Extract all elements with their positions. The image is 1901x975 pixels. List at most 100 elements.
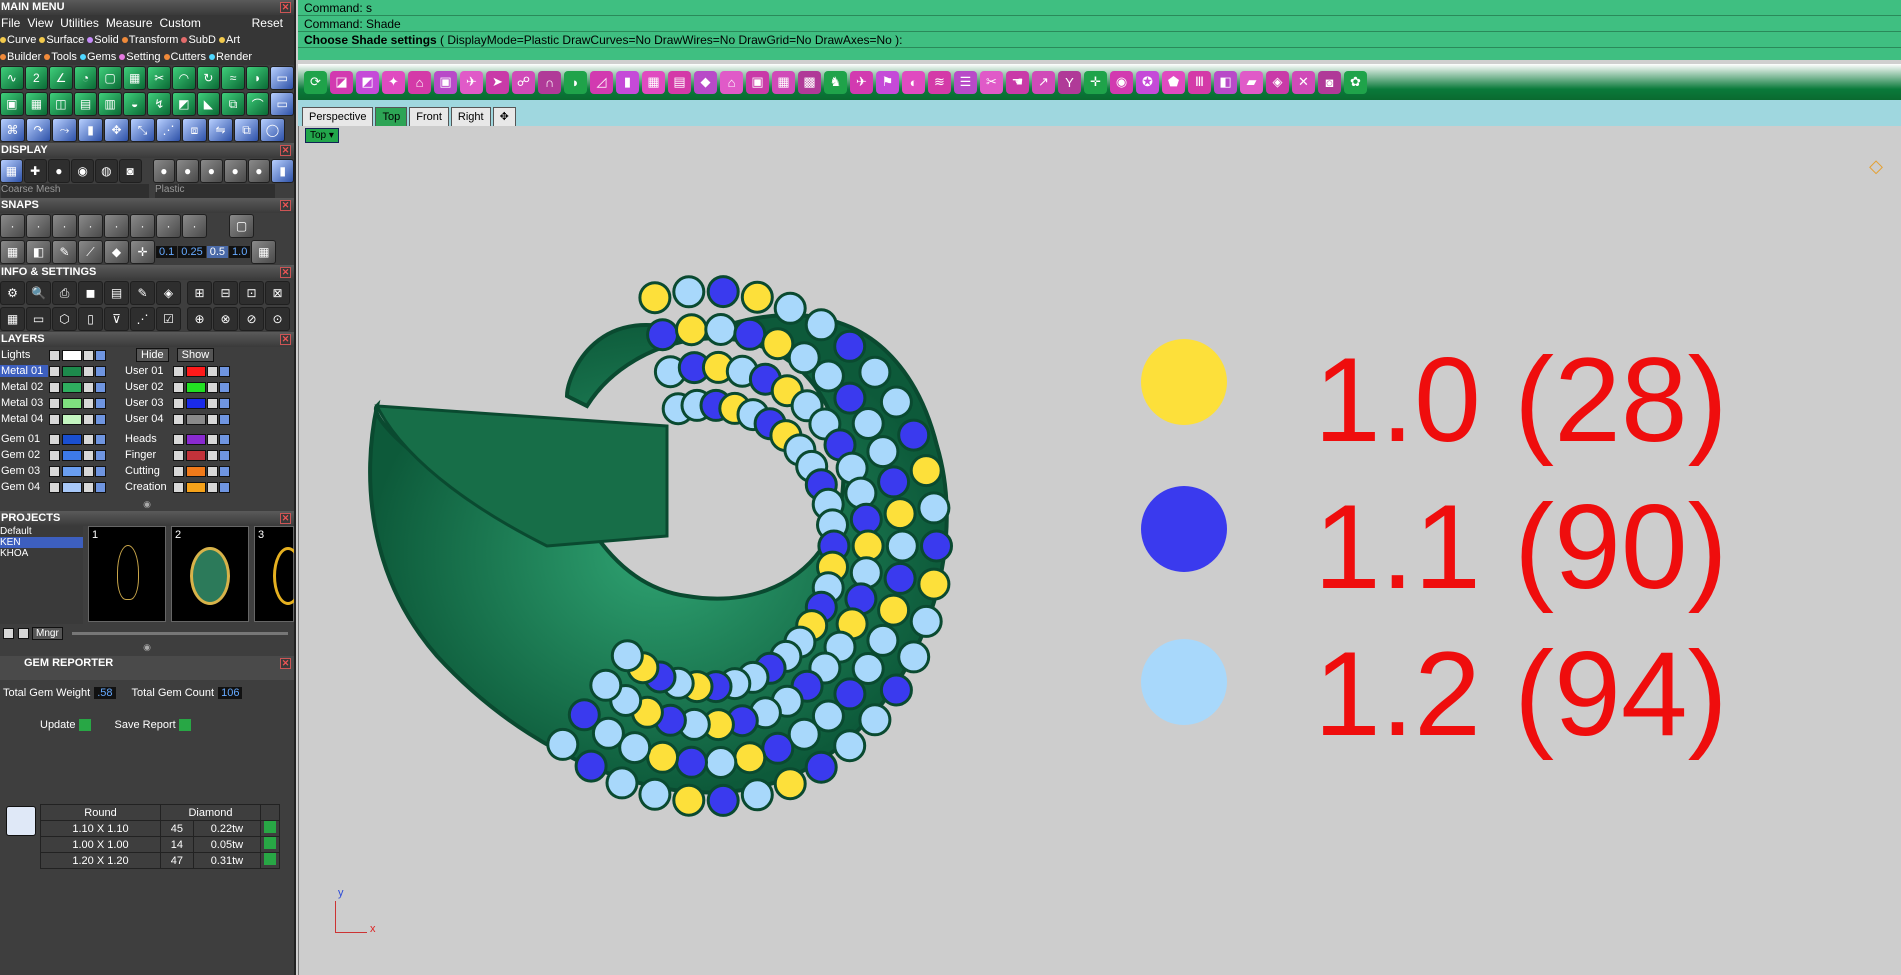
add-icon[interactable] [3, 627, 14, 639]
lock-icon[interactable] [83, 433, 94, 445]
material-ball-icon[interactable]: ● [247, 159, 271, 183]
expand-icon[interactable] [49, 481, 60, 493]
snap-value-3[interactable]: 1.0 [229, 246, 251, 258]
rect-icon[interactable]: ▭ [26, 307, 51, 331]
mesh-tool-icon[interactable]: ▣ [0, 92, 24, 116]
render-tool-icon[interactable]: ⌂ [408, 70, 431, 94]
render-tool-icon[interactable]: ✦ [382, 70, 405, 94]
check-icon[interactable]: ☑ [156, 307, 181, 331]
render-tool-icon[interactable]: Y [1058, 70, 1081, 94]
close-icon[interactable]: ✕ [280, 658, 291, 669]
array-tool-icon[interactable]: ⋰ [156, 118, 181, 142]
render-tool-icon[interactable]: ✛ [1084, 70, 1107, 94]
visibility-icon[interactable] [95, 365, 106, 377]
visibility-icon[interactable] [219, 381, 230, 393]
display-mode-icon[interactable]: ◍ [95, 159, 118, 183]
visibility-icon[interactable] [95, 433, 106, 445]
render-tool-icon[interactable]: ↗ [1032, 70, 1055, 94]
cut-tool-icon[interactable]: ✂ [147, 66, 172, 90]
expand-icon[interactable] [173, 481, 184, 493]
layer-color-swatch[interactable] [62, 465, 82, 477]
revolve-tool-icon[interactable]: ↻ [196, 66, 221, 90]
expand-icon[interactable] [49, 449, 60, 461]
offset-tool-icon[interactable]: ⧉ [221, 92, 245, 116]
layer-name[interactable]: Gem 04 [0, 481, 48, 493]
lock-icon[interactable] [207, 465, 218, 477]
render-tool-icon[interactable]: ✈ [850, 70, 873, 94]
brush-icon[interactable]: ✎ [130, 281, 155, 305]
sweep-tool-icon[interactable]: ◗ [245, 66, 270, 90]
layer-name[interactable]: User 01 [124, 365, 172, 377]
table-row[interactable]: 1.20 X 1.20 47 0.31tw [40, 852, 280, 869]
layer-color-swatch[interactable] [186, 381, 206, 393]
menu-measure[interactable]: Measure [106, 16, 153, 30]
splitter-icon[interactable]: ◉ [0, 642, 294, 656]
lock-icon[interactable] [207, 381, 218, 393]
shell-tool-icon[interactable]: ◒ [122, 92, 147, 116]
ring-tool-icon[interactable]: ◯ [260, 118, 285, 142]
manager-button[interactable]: Mngr [32, 626, 63, 640]
tab-front[interactable]: Front [409, 107, 449, 126]
show-button[interactable]: Show [176, 348, 215, 362]
snap-toggle-icon[interactable]: ▢ [229, 214, 254, 238]
close-icon[interactable]: ✕ [280, 267, 291, 278]
category-curve[interactable]: Curve [0, 34, 36, 46]
group-icon[interactable]: ⊠ [265, 281, 290, 305]
splitter-icon[interactable]: ◉ [0, 499, 294, 511]
light-swatch[interactable] [62, 349, 82, 361]
visibility-icon[interactable] [219, 397, 230, 409]
category-render[interactable]: Render [209, 51, 252, 63]
viewport-label[interactable]: Top ▾ [305, 128, 339, 143]
close-icon[interactable]: ✕ [280, 145, 291, 156]
visibility-icon[interactable] [219, 481, 230, 493]
close-icon[interactable]: ✕ [280, 200, 291, 211]
render-tool-icon[interactable]: ✈ [460, 70, 483, 94]
render-tool-icon[interactable]: ∩ [538, 70, 561, 94]
render-tool-icon[interactable]: ◐ [902, 70, 925, 94]
material-ball-icon[interactable]: ● [200, 159, 223, 183]
expand-icon[interactable] [173, 381, 184, 393]
lock-icon[interactable] [207, 365, 218, 377]
bend-tool-icon[interactable]: ⌒ [245, 92, 270, 116]
layer-tool-icon[interactable]: ▭ [270, 66, 294, 90]
visibility-icon[interactable] [219, 413, 230, 425]
render-tool-icon[interactable]: ⬟ [1162, 70, 1185, 94]
layer-color-swatch[interactable] [62, 397, 82, 409]
layer-name[interactable]: User 02 [124, 381, 172, 393]
lock-icon[interactable] [207, 481, 218, 493]
layer-color-swatch[interactable] [62, 481, 82, 493]
project-thumbnail[interactable]: 3 [254, 526, 294, 622]
layer-tool-icon[interactable]: ▭ [270, 92, 294, 116]
layer-color-swatch[interactable] [186, 413, 206, 425]
render-tool-icon[interactable]: ▩ [798, 70, 821, 94]
menu-utilities[interactable]: Utilities [60, 16, 99, 30]
snap-value-1[interactable]: 0.25 [178, 246, 206, 258]
render-tool-icon[interactable]: ✪ [1136, 70, 1159, 94]
render-tool-icon[interactable]: ▮ [616, 70, 639, 94]
options-icon[interactable]: ⚙ [0, 281, 25, 305]
expand-icon[interactable] [173, 465, 184, 477]
snap-tan-icon[interactable]: · [182, 214, 207, 238]
menu-file[interactable]: File [1, 16, 20, 30]
snap-value-2[interactable]: 0.5 [206, 246, 229, 258]
fillet-tool-icon[interactable]: ◣ [196, 92, 221, 116]
visibility-icon[interactable] [95, 349, 106, 361]
snap-mid-icon[interactable]: · [78, 214, 103, 238]
network-tool-icon[interactable]: ▥ [98, 92, 122, 116]
cplane-icon[interactable]: ◧ [26, 240, 51, 264]
layer-name[interactable]: Gem 02 [0, 449, 48, 461]
shaded-icon[interactable]: ✚ [23, 159, 47, 183]
render-tool-icon[interactable]: ◧ [1214, 70, 1237, 94]
render-tool-icon[interactable]: Ⅲ [1188, 70, 1211, 94]
visibility-icon[interactable] [95, 465, 106, 477]
grid-icon[interactable]: ▦ [251, 240, 277, 264]
category-surface[interactable]: Surface [39, 34, 84, 46]
layer-name[interactable]: Gem 03 [0, 465, 48, 477]
boolean-tool-icon[interactable]: ◩ [172, 92, 196, 116]
polyline-tool-icon[interactable]: ▢ [98, 66, 122, 90]
category-subd[interactable]: SubD [181, 34, 216, 46]
add-tab-icon[interactable]: ✥ [492, 107, 516, 126]
expand-icon[interactable] [173, 365, 184, 377]
mesh-dropdown[interactable]: Coarse Mesh [1, 184, 149, 198]
material-dropdown[interactable]: Plastic [155, 184, 275, 198]
